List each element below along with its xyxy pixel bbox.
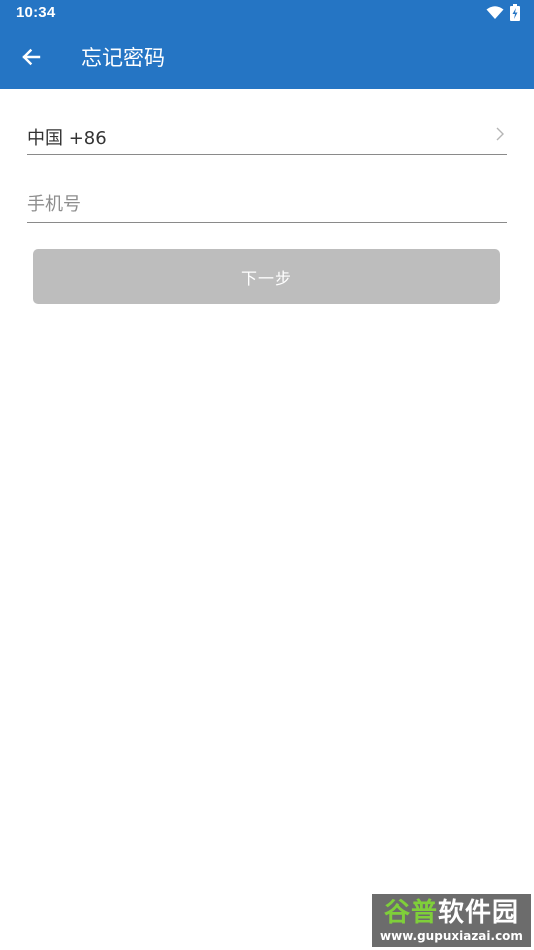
status-icons	[486, 3, 520, 25]
phone-field	[27, 186, 507, 223]
watermark-title-part2: 软件园	[438, 898, 520, 928]
status-time: 10:34	[16, 4, 56, 21]
country-code-value: 中国 +86	[27, 128, 107, 149]
status-bar: 10:34	[0, 0, 534, 28]
watermark-url: www.gupuxiazai.com	[380, 929, 523, 943]
app-bar: 忘记密码	[0, 28, 534, 89]
back-button[interactable]	[16, 44, 46, 74]
arrow-left-icon	[21, 47, 41, 71]
phone-input[interactable]	[27, 188, 507, 220]
watermark-title-part1: 谷普	[383, 898, 438, 928]
wifi-icon	[486, 5, 504, 24]
watermark-logo: 谷普软件园 www.gupuxiazai.com	[372, 894, 531, 947]
page-title: 忘记密码	[81, 46, 165, 70]
country-code-selector[interactable]: 中国 +86	[27, 118, 507, 155]
battery-charging-icon	[510, 3, 520, 25]
chevron-right-icon	[493, 126, 507, 142]
watermark-title: 谷普软件园	[372, 897, 531, 929]
next-button[interactable]: 下一步	[33, 249, 500, 304]
